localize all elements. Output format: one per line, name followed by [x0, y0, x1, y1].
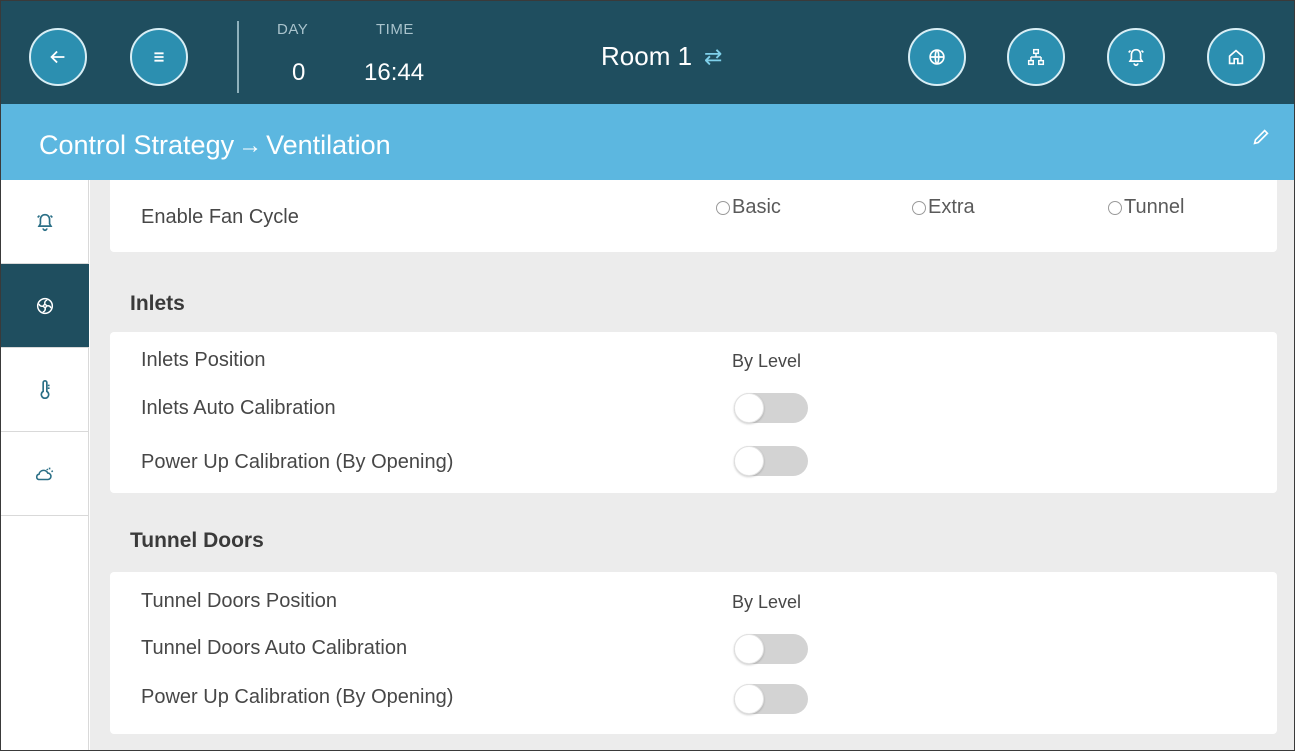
inlets-title: Inlets [130, 292, 185, 315]
inlets-card: Inlets Position By Level Inlets Auto Cal… [110, 332, 1277, 493]
fan-icon [36, 297, 54, 314]
tunnel-doors-power-up-label: Power Up Calibration (By Opening) [141, 686, 454, 708]
tunnel-doors-card: Tunnel Doors Position By Level Tunnel Do… [110, 572, 1277, 734]
thermometer-icon [40, 379, 50, 399]
header-divider [237, 21, 239, 93]
inlets-position-label: Inlets Position [141, 349, 266, 371]
alarm-bell-icon [37, 213, 53, 231]
inlets-auto-cal-label: Inlets Auto Calibration [141, 397, 336, 419]
toggle-knob [734, 393, 764, 423]
globe-button[interactable] [908, 28, 966, 86]
arrow-left-icon [50, 50, 65, 64]
main-content: Enable Fan Cycle Basic Extra Tunnel Inle… [90, 180, 1294, 750]
alarm-bell-icon [1128, 48, 1144, 67]
radio-extra-label: Extra [928, 196, 975, 218]
inlets-power-up-toggle[interactable] [734, 446, 808, 476]
toggle-knob [734, 684, 764, 714]
breadcrumb-parent[interactable]: Control Strategy [39, 130, 234, 161]
home-button[interactable] [1207, 28, 1265, 86]
globe-icon [929, 49, 945, 65]
alarm-button[interactable] [1107, 28, 1165, 86]
tunnel-doors-auto-cal-label: Tunnel Doors Auto Calibration [141, 637, 408, 659]
inlets-power-up-label: Power Up Calibration (By Opening) [141, 451, 454, 473]
sidebar [1, 180, 89, 750]
radio-basic[interactable]: Basic [716, 196, 781, 219]
fan-cycle-card: Enable Fan Cycle Basic Extra Tunnel [110, 180, 1277, 252]
radio-basic-label: Basic [732, 196, 781, 218]
sidebar-item-temperature[interactable] [1, 348, 89, 432]
pencil-icon [1253, 129, 1269, 145]
back-button[interactable] [29, 28, 87, 86]
fan-cycle-label: Enable Fan Cycle [141, 206, 299, 228]
toggle-knob [734, 446, 764, 476]
toggle-knob [734, 634, 764, 664]
day-value: 0 [292, 59, 306, 86]
network-button[interactable] [1007, 28, 1065, 86]
cloud-sun-icon [35, 467, 54, 480]
menu-icon [154, 52, 164, 62]
day-label: DAY [277, 21, 309, 38]
radio-tunnel-label: Tunnel [1124, 196, 1185, 218]
breadcrumb-current: Ventilation [266, 130, 391, 160]
tunnel-doors-power-up-toggle[interactable] [734, 684, 808, 714]
sidebar-item-alarms[interactable] [1, 180, 89, 264]
sidebar-item-ventilation[interactable] [1, 264, 89, 348]
breadcrumb-separator: → [238, 131, 263, 159]
inlets-position-value[interactable]: By Level [732, 351, 801, 372]
room-name: Room 1 [601, 41, 693, 71]
inlets-auto-cal-toggle[interactable] [734, 393, 808, 423]
tunnel-doors-position-label: Tunnel Doors Position [141, 590, 338, 612]
tunnel-doors-position-value[interactable]: By Level [732, 592, 801, 613]
breadcrumb-bar: Control Strategy → Ventilation [1, 104, 1294, 180]
radio-circle-icon [716, 200, 730, 215]
sidebar-item-climate[interactable] [1, 432, 89, 516]
home-icon [1228, 49, 1244, 65]
time-value: 16:44 [364, 59, 425, 86]
radio-tunnel[interactable]: Tunnel [1108, 196, 1184, 219]
edit-button[interactable] [1250, 126, 1272, 148]
swap-icon: ⇄ [704, 43, 723, 69]
radio-extra[interactable]: Extra [912, 196, 975, 219]
radio-circle-icon [912, 200, 926, 215]
room-selector[interactable]: Room 1 ⇄ [601, 41, 722, 72]
breadcrumb: Control Strategy → Ventilation [39, 130, 391, 161]
radio-circle-icon [1108, 200, 1122, 215]
tunnel-doors-title: Tunnel Doors [130, 529, 264, 552]
top-bar: DAY 0 TIME 16:44 Room 1 ⇄ [1, 1, 1294, 104]
menu-button[interactable] [130, 28, 188, 86]
network-icon [1027, 48, 1045, 66]
time-label: TIME [376, 21, 414, 38]
tunnel-doors-auto-cal-toggle[interactable] [734, 634, 808, 664]
app-frame: DAY 0 TIME 16:44 Room 1 ⇄ Control Strate… [0, 0, 1295, 751]
